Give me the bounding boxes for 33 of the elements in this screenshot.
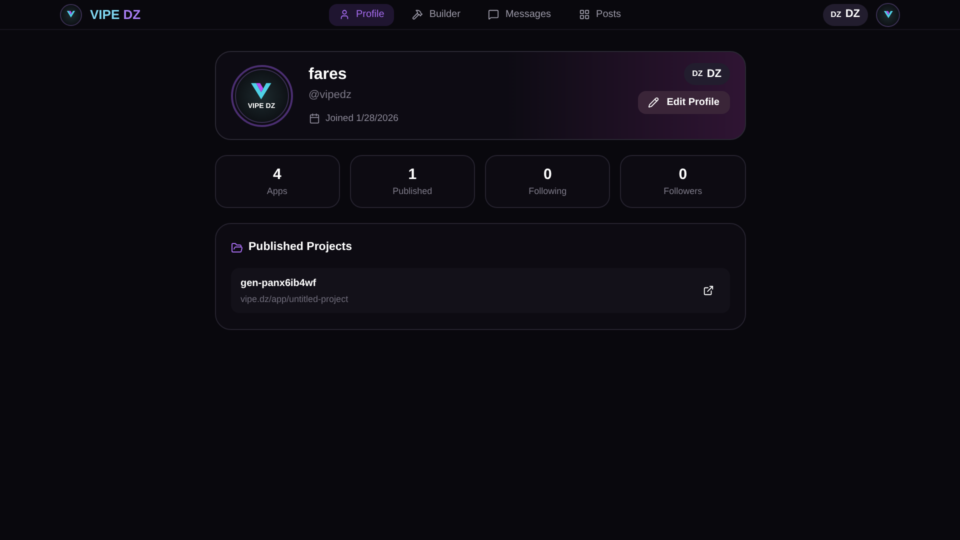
stat-label: Followers: [664, 184, 702, 198]
joined-date: Joined 1/28/2026: [326, 112, 398, 126]
stat-value: 0: [543, 164, 552, 185]
folder-icon: [230, 242, 242, 254]
logo-icon: [60, 4, 82, 26]
stat-value: 4: [272, 164, 282, 185]
project-name: gen-panx6ib4wf: [240, 276, 318, 290]
pencil-icon: [648, 97, 659, 108]
stat-value: 0: [678, 164, 688, 185]
language-badge[interactable]: DZ DZ: [822, 4, 868, 26]
nav-tab[interactable]: Posts: [569, 4, 632, 26]
message-icon: [488, 9, 500, 20]
logo-icon: [876, 2, 900, 26]
stat-label: Following: [528, 184, 567, 198]
nav-tab[interactable]: Messages: [478, 4, 562, 26]
stat-value: 1: [408, 164, 417, 185]
nav-tab[interactable]: Profile: [328, 4, 394, 26]
stat-label: Published: [392, 184, 432, 198]
section-title: Published Projects: [248, 240, 352, 255]
language-badge[interactable]: DZ DZ: [684, 63, 730, 85]
external-link-icon[interactable]: [702, 285, 714, 296]
user-icon: [338, 9, 350, 20]
profile-handle: @vipedz: [308, 88, 352, 104]
hammer-icon: [412, 9, 424, 20]
grid-icon: [579, 9, 590, 20]
nav-tab[interactable]: Builder: [402, 4, 470, 26]
project-url: vipe.dz/app/untitled-project: [240, 292, 348, 306]
stat-label: Apps: [266, 184, 288, 198]
edit-profile-button[interactable]: Edit Profile: [638, 91, 730, 114]
profile-name: fares: [308, 65, 348, 86]
brand-name: VIPE DZ: [90, 6, 141, 24]
calendar-icon: [308, 113, 320, 124]
project-item[interactable]: gen-panx6ib4wf vipe.dz/app/untitled-project: [230, 268, 730, 314]
